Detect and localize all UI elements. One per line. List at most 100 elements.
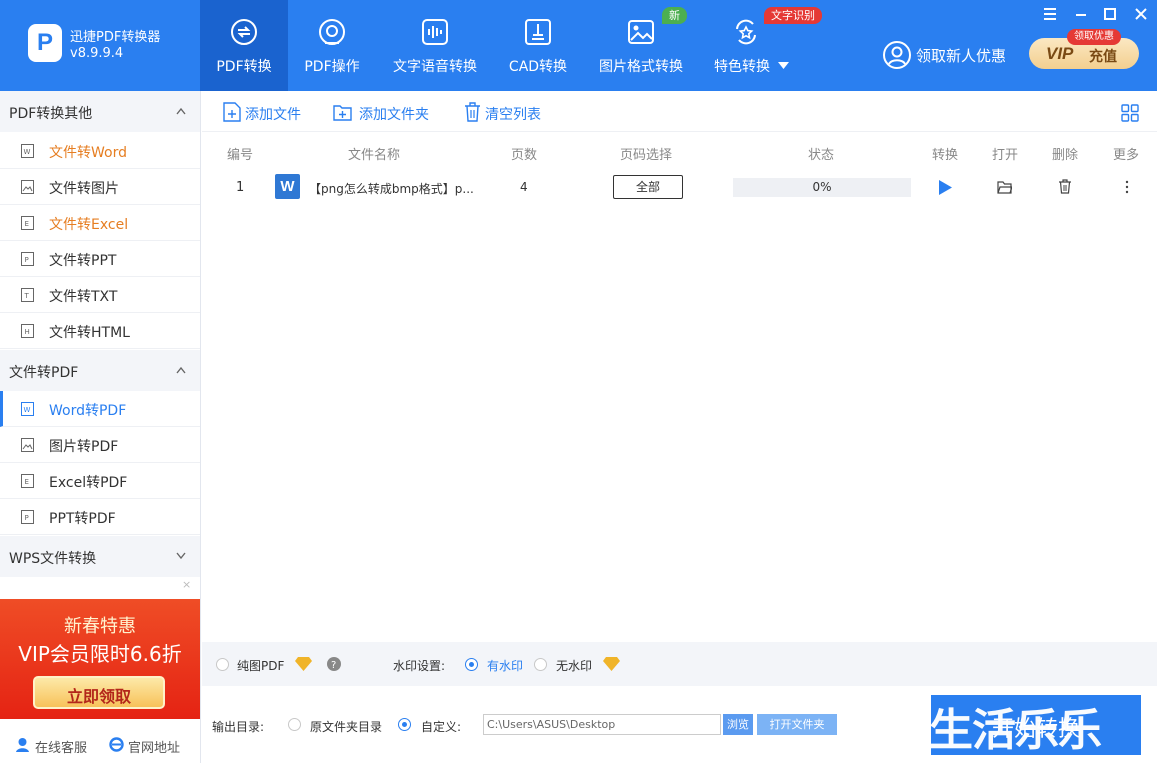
col-header-convert: 转换 (932, 148, 959, 163)
sidebar-item-to-excel[interactable]: E 文件转Excel (0, 205, 200, 241)
group-label: 文件转PDF (9, 365, 79, 381)
svg-text:W: W (24, 406, 31, 414)
pure-pdf-checkbox[interactable] (216, 658, 229, 671)
svg-text:?: ? (331, 660, 336, 671)
col-header-filename: 文件名称 (348, 148, 401, 163)
sidebar-item-image-to-pdf[interactable]: 图片转PDF (0, 427, 200, 463)
official-site-link[interactable]: 官网地址 (128, 737, 180, 756)
excel-doc-icon: E (21, 474, 34, 488)
play-icon[interactable] (938, 180, 952, 195)
sidebar-item-to-html[interactable]: H 文件转HTML (0, 313, 200, 349)
browse-button[interactable]: 浏览 (723, 714, 753, 735)
banner-claim-button[interactable]: 立即领取 (33, 676, 165, 709)
banner-claim-label: 立即领取 (66, 687, 131, 706)
nav-tab-label: PDF操作 (304, 59, 360, 75)
user-icon (883, 41, 911, 69)
open-folder-button[interactable]: 打开文件夹 (757, 714, 837, 735)
sidebar-item-label: 文件转TXT (49, 289, 118, 305)
nav-tab-label: PDF转换 (216, 59, 272, 75)
menu-icon[interactable] (1040, 4, 1060, 24)
sidebar-group-pdf-to-other[interactable]: PDF转换其他 (0, 91, 200, 132)
nav-tab-label: 图片格式转换 (599, 59, 683, 75)
ie-icon (109, 737, 124, 752)
add-folder-label: 添加文件夹 (359, 107, 429, 123)
close-icon[interactable] (1131, 4, 1151, 24)
options-bar (202, 642, 1157, 686)
promo-banner[interactable]: 新春特惠 VIP会员限时6.6折 立即领取 (0, 599, 200, 719)
sidebar-item-excel-to-pdf[interactable]: E Excel转PDF (0, 463, 200, 499)
pdf-operate-icon (319, 19, 345, 45)
special-icon (736, 19, 756, 45)
nav-tab-cad[interactable]: CAD转换 (496, 0, 580, 91)
sidebar-group-file-to-pdf[interactable]: 文件转PDF (0, 350, 200, 391)
app-logo: P (28, 24, 62, 62)
sidebar-group-wps[interactable]: WPS文件转换 (0, 536, 200, 577)
chevron-up-icon (176, 366, 186, 374)
maximize-icon[interactable] (1100, 4, 1120, 24)
word-file-icon: W (275, 174, 300, 199)
nav-tab-voice[interactable]: 文字语音转换 (384, 0, 486, 91)
help-icon[interactable]: ? (327, 657, 341, 671)
original-dir-radio[interactable] (288, 718, 301, 731)
headset-icon (16, 738, 29, 752)
word-doc-icon: W (21, 144, 34, 158)
sidebar-item-to-word[interactable]: W 文件转Word (0, 133, 200, 169)
col-header-delete: 删除 (1052, 148, 1079, 163)
more-icon[interactable] (1123, 180, 1131, 194)
custom-dir-radio[interactable] (398, 718, 411, 731)
folder-open-icon[interactable] (997, 180, 1012, 194)
sidebar-item-word-to-pdf[interactable]: W Word转PDF (0, 391, 200, 427)
sidebar-item-label: PPT转PDF (49, 511, 116, 527)
banner-subtitle: VIP会员限时6.6折 (18, 642, 182, 666)
output-path-input[interactable]: C:\Users\ASUS\Desktop (483, 714, 721, 735)
divider (202, 131, 1157, 132)
nav-tab-pdf-convert[interactable]: PDF转换 (200, 0, 288, 91)
word-doc-icon: W (21, 402, 34, 416)
pdf-convert-icon (231, 19, 257, 45)
original-dir-label[interactable]: 原文件夹目录 (310, 718, 382, 735)
svg-text:W: W (24, 148, 31, 156)
row-index: 1 (236, 180, 245, 195)
sidebar-item-label: Excel转PDF (49, 475, 128, 491)
voice-icon (422, 19, 448, 45)
watermark-off-label[interactable]: 无水印 (556, 657, 592, 674)
sidebar-item-to-txt[interactable]: T 文件转TXT (0, 277, 200, 313)
custom-dir-label[interactable]: 自定义: (421, 718, 461, 735)
cad-icon (525, 19, 551, 45)
sidebar-item-to-image[interactable]: 文件转图片 (0, 169, 200, 205)
image-file-icon (21, 438, 34, 452)
banner-close-button[interactable]: × (182, 578, 191, 591)
col-header-index: 编号 (227, 148, 254, 163)
delete-icon[interactable] (1058, 179, 1072, 194)
minimize-icon[interactable] (1071, 4, 1091, 24)
row-filename: 【png怎么转成bmp格式】p... (309, 182, 474, 196)
sidebar-item-to-ppt[interactable]: P 文件转PPT (0, 241, 200, 277)
progress-bar: 0% (733, 178, 911, 197)
svg-text:P: P (25, 514, 29, 522)
svg-text:T: T (24, 292, 30, 300)
online-service-link[interactable]: 在线客服 (35, 737, 87, 756)
caret-down-icon (778, 62, 789, 69)
sidebar-item-ppt-to-pdf[interactable]: P PPT转PDF (0, 499, 200, 535)
col-header-open: 打开 (992, 148, 1019, 163)
svg-text:P: P (25, 256, 29, 264)
nav-tab-pdf-operate[interactable]: PDF操作 (288, 0, 376, 91)
watermark-overlay-text: 生活乐乐 (929, 705, 1102, 756)
sidebar-item-label: 文件转图片 (49, 181, 119, 197)
progress-text: 0% (812, 180, 832, 194)
vip-action-label: 充值 (1089, 49, 1117, 65)
page-range-select[interactable]: 全部 (613, 175, 683, 199)
sidebar-item-label: 文件转HTML (49, 325, 130, 341)
group-label: PDF转换其他 (9, 106, 93, 122)
ppt-doc-icon: P (21, 252, 34, 266)
watermark-on-radio[interactable] (465, 658, 478, 671)
watermark-on-label[interactable]: 有水印 (487, 657, 523, 674)
watermark-off-radio[interactable] (534, 658, 547, 671)
col-header-more: 更多 (1113, 148, 1140, 163)
clear-list-label: 清空列表 (485, 107, 541, 123)
banner-title: 新春特惠 (64, 616, 136, 637)
col-header-range: 页码选择 (620, 148, 673, 163)
image-file-icon (21, 180, 34, 194)
ppt-doc-icon: P (21, 510, 34, 524)
grid-view-icon[interactable] (1121, 104, 1139, 122)
